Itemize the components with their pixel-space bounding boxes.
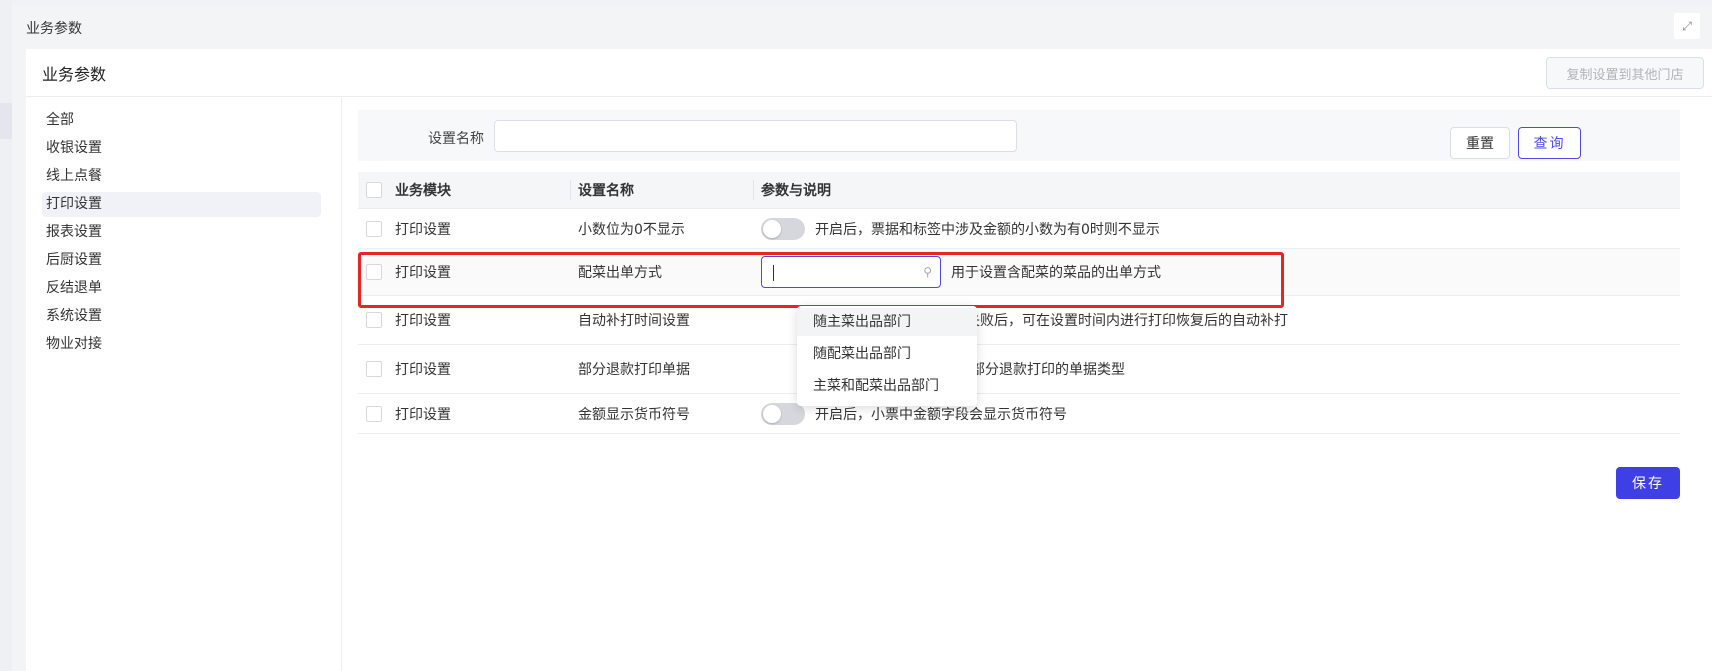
row-module: 打印设置 — [395, 221, 451, 238]
column-header-name: 设置名称 — [570, 180, 634, 200]
expand-icon: ⤢ — [1682, 18, 1692, 33]
row-setting-name: 配菜出单方式 — [578, 265, 662, 281]
table-row: 打印设置 部分退款打印单据 配置部分退款打印的单据类型 — [358, 345, 1680, 394]
table-header: 业务模块 设置名称 参数与说明 — [358, 172, 1680, 209]
setting-name-input[interactable] — [494, 120, 1017, 152]
row-module: 打印设置 — [395, 313, 451, 329]
save-button[interactable]: 保存 — [1616, 467, 1680, 499]
card-title: 业务参数 — [42, 64, 107, 84]
row-setting-name: 小数位为0不显示 — [578, 221, 685, 238]
sidebar-item-refund[interactable]: 反结退单 — [42, 276, 325, 301]
fullscreen-button[interactable]: ⤢ — [1674, 13, 1700, 39]
show-currency-symbol-toggle[interactable] — [761, 402, 805, 425]
table-row: 打印设置 自动补打时间设置 置打印失败后，可在设置时间内进行打印恢复后的自动补打 — [358, 296, 1680, 345]
row-checkbox[interactable] — [366, 220, 382, 237]
dropdown-option[interactable]: 随配菜出品部门 — [797, 338, 977, 370]
row-setting-name: 金额显示货币符号 — [578, 406, 690, 423]
select-all-checkbox[interactable] — [366, 182, 382, 198]
card-header: 业务参数 复制设置到其他门店 — [26, 49, 1712, 97]
sidebar-item-cashier[interactable]: 收银设置 — [42, 136, 325, 161]
main-panel: 设置名称 重置 查询 业务模块 设置名称 参数与说明 打印设置 小数位为0不显示 — [342, 98, 1712, 671]
filter-bar: 设置名称 重置 查询 — [358, 110, 1680, 161]
row-setting-name: 自动补打时间设置 — [578, 313, 690, 329]
filter-label: 设置名称 — [428, 131, 484, 147]
sidebar-item-kitchen[interactable]: 后厨设置 — [42, 248, 325, 273]
row-description: 开启后，小票中金额字段会显示货币符号 — [815, 406, 1067, 423]
row-checkbox[interactable] — [366, 264, 382, 280]
row-description: 用于设置含配菜的菜品的出单方式 — [951, 265, 1161, 281]
category-sidebar: 全部 收银设置 线上点餐 打印设置 报表设置 后厨设置 反结退单 系统设置 物业… — [26, 98, 342, 671]
copy-to-other-stores-button[interactable]: 复制设置到其他门店 — [1546, 57, 1704, 89]
column-header-param: 参数与说明 — [753, 180, 831, 200]
row-checkbox[interactable] — [366, 312, 382, 328]
table-row: 打印设置 金额显示货币符号 开启后，小票中金额字段会显示货币符号 — [358, 394, 1680, 434]
row-setting-name: 部分退款打印单据 — [578, 362, 690, 378]
sidebar-item-system[interactable]: 系统设置 — [42, 304, 325, 329]
table-row: 打印设置 配菜出单方式 ⚲ 用于设置含配菜的菜品的出单方式 — [358, 249, 1680, 296]
dropdown-option[interactable]: 主菜和配菜出品部门 — [797, 370, 977, 402]
side-dish-order-mode-select[interactable]: ⚲ — [761, 256, 941, 288]
background-app-active-marker — [0, 103, 12, 139]
sidebar-item-print[interactable]: 打印设置 — [42, 192, 321, 217]
row-module: 打印设置 — [395, 406, 451, 423]
row-description: 开启后，票据和标签中涉及金额的小数为有0时则不显示 — [815, 221, 1160, 238]
dropdown-option[interactable]: 随主菜出品部门 — [797, 308, 977, 336]
reset-button[interactable]: 重置 — [1450, 127, 1510, 159]
text-caret — [773, 265, 774, 281]
sidebar-item-report[interactable]: 报表设置 — [42, 220, 325, 245]
sidebar-item-property[interactable]: 物业对接 — [42, 332, 325, 357]
background-app-strip — [0, 0, 12, 671]
search-icon: ⚲ — [923, 265, 932, 279]
row-module: 打印设置 — [395, 362, 451, 378]
row-description: 置打印失败后，可在设置时间内进行打印恢复后的自动补打 — [924, 313, 1288, 329]
column-header-module: 业务模块 — [395, 183, 451, 199]
settings-table: 业务模块 设置名称 参数与说明 打印设置 小数位为0不显示 开启后，票据和标签中… — [358, 172, 1680, 434]
table-row: 打印设置 小数位为0不显示 开启后，票据和标签中涉及金额的小数为有0时则不显示 — [358, 209, 1680, 249]
row-checkbox[interactable] — [366, 361, 382, 377]
sidebar-item-online-order[interactable]: 线上点餐 — [42, 164, 325, 189]
row-checkbox[interactable] — [366, 405, 382, 422]
query-button[interactable]: 查询 — [1518, 127, 1581, 159]
modal-title: 业务参数 — [26, 20, 82, 37]
select-dropdown: 随主菜出品部门 随配菜出品部门 主菜和配菜出品部门 — [797, 306, 977, 406]
hide-zero-decimal-toggle[interactable] — [761, 217, 805, 240]
row-module: 打印设置 — [395, 265, 451, 281]
sidebar-item-all[interactable]: 全部 — [42, 108, 325, 133]
modal-header: 业务参数 ⤢ — [12, 6, 1712, 49]
